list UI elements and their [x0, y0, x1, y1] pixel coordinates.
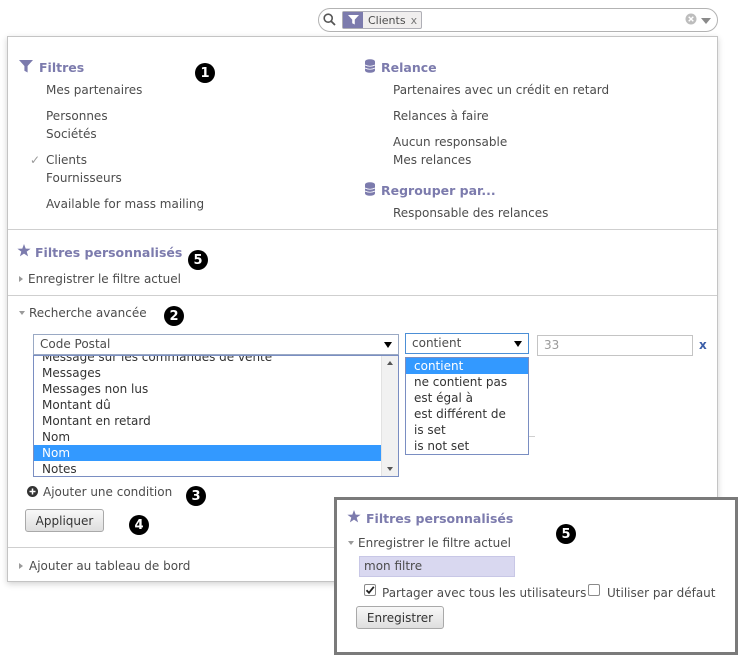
filter-fournisseurs[interactable]: Fournisseurs [46, 171, 122, 185]
clear-search-icon[interactable] [685, 13, 697, 25]
condition-value-input[interactable]: 33 [537, 335, 693, 356]
groupby-responsable[interactable]: Responsable des relances [393, 206, 548, 220]
section-divider [8, 229, 717, 230]
callout-badge-3: 3 [186, 486, 206, 506]
field-option[interactable]: Messages [34, 365, 381, 381]
filter-societes[interactable]: Sociétés [46, 127, 97, 141]
save-filter-button[interactable]: Enregistrer [356, 606, 444, 629]
operator-option[interactable]: est égal à [406, 390, 528, 406]
operator-option[interactable]: is not set [406, 438, 528, 454]
field-option[interactable]: Montant dû [34, 397, 381, 413]
filter-icon [19, 60, 33, 73]
relance-aucun-responsable[interactable]: Aucun responsable [393, 135, 507, 149]
operator-select-value: contient [412, 336, 462, 350]
checkmark-icon: ✓ [30, 153, 41, 167]
relance-header: Relance [381, 60, 437, 75]
filter-mes-partenaires[interactable]: Mes partenaires [46, 83, 142, 97]
operator-option[interactable]: est différent de [406, 406, 528, 422]
field-option[interactable]: Message sur les commandes de vente [34, 356, 381, 365]
scroll-down-icon[interactable] [387, 467, 393, 471]
select-caret-icon [384, 342, 392, 348]
filter-personnes[interactable]: Personnes [46, 109, 108, 123]
operator-option-selected[interactable]: contient [406, 358, 528, 374]
database-icon [365, 59, 375, 73]
operator-option[interactable]: ne contient pas [406, 374, 528, 390]
callout-badge-4: 4 [129, 515, 149, 535]
filter-name-input[interactable]: mon filtre [359, 556, 515, 577]
field-option[interactable]: Messages non lus [34, 381, 381, 397]
search-dropdown-toggle-icon[interactable] [701, 18, 711, 24]
facet-remove-button[interactable]: x [411, 14, 418, 27]
field-options-list[interactable]: Message sur les commandes de vente Messa… [33, 355, 399, 477]
field-select-value: Code Postal [40, 337, 111, 351]
field-option[interactable]: Montant en retard [34, 413, 381, 429]
add-condition-link[interactable]: Ajouter une condition [43, 485, 172, 499]
collapse-arrow-icon [348, 541, 354, 545]
select-caret-icon [514, 341, 522, 347]
list-scrollbar[interactable] [381, 356, 398, 476]
filter-mass-mailing[interactable]: Available for mass mailing [46, 197, 204, 211]
advanced-search-toggle[interactable]: Recherche avancée [29, 306, 147, 320]
field-option-selected[interactable]: Nom [34, 445, 381, 461]
field-select[interactable]: Code Postal [33, 334, 399, 355]
remove-condition-button[interactable]: x [699, 338, 707, 352]
search-icon [323, 13, 336, 26]
operator-options-list[interactable]: contient ne contient pas est égal à est … [405, 357, 529, 455]
star-icon [347, 510, 361, 523]
custom-filter-detail-panel: Filtres personnalisés 5 Enregistrer le f… [334, 497, 738, 655]
use-default-checkbox[interactable] [588, 584, 600, 596]
row-divider [529, 436, 535, 437]
groupby-header: Regrouper par... [381, 183, 496, 198]
share-all-label: Partager avec tous les utilisateurs [382, 586, 587, 600]
filter-clients[interactable]: Clients [46, 153, 87, 167]
callout-badge-5: 5 [556, 524, 576, 544]
operator-option[interactable]: is set [406, 422, 528, 438]
expand-arrow-icon [19, 276, 23, 282]
relance-a-faire[interactable]: Relances à faire [393, 109, 489, 123]
facet-label: Clients [368, 13, 406, 27]
checkmark-icon [365, 586, 375, 595]
field-option[interactable]: Notes [34, 461, 381, 476]
custom-filters-header: Filtres personnalisés [366, 511, 514, 526]
search-bar[interactable]: Clients x [318, 8, 718, 32]
share-all-checkbox[interactable] [364, 584, 376, 596]
star-icon [17, 244, 31, 257]
database-icon [365, 182, 375, 196]
apply-button[interactable]: Appliquer [25, 509, 104, 532]
filter-icon [343, 12, 363, 28]
collapse-arrow-icon [19, 311, 25, 315]
add-to-dashboard-toggle[interactable]: Ajouter au tableau de bord [29, 559, 190, 573]
expand-arrow-icon [19, 563, 23, 569]
relance-mes-relances[interactable]: Mes relances [393, 153, 471, 167]
field-option[interactable]: Nom [34, 429, 381, 445]
filters-header: Filtres [39, 60, 85, 75]
section-divider [8, 295, 717, 296]
plus-circle-icon[interactable] [27, 486, 38, 497]
operator-select[interactable]: contient [405, 333, 529, 354]
save-current-filter-toggle[interactable]: Enregistrer le filtre actuel [28, 272, 181, 286]
callout-badge-2: 2 [164, 306, 184, 326]
relance-credit-retard[interactable]: Partenaires avec un crédit en retard [393, 83, 609, 97]
search-facet[interactable]: Clients x [342, 11, 423, 29]
callout-badge-1: 1 [195, 63, 215, 83]
callout-badge-5: 5 [188, 250, 208, 270]
use-default-label: Utiliser par défaut [607, 586, 716, 600]
save-current-filter-toggle[interactable]: Enregistrer le filtre actuel [358, 536, 511, 550]
scroll-up-icon[interactable] [387, 361, 393, 365]
custom-filters-header: Filtres personnalisés [35, 245, 183, 260]
